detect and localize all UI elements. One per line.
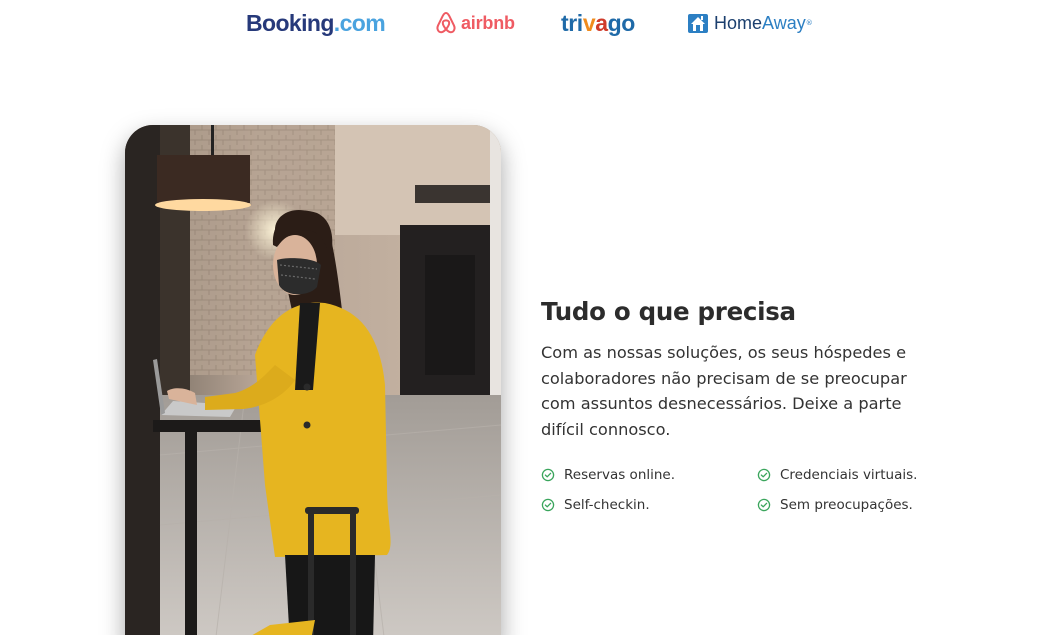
feature-item-credenciais: Credenciais virtuais. — [757, 465, 917, 485]
feature-item-reservas: Reservas online. — [541, 465, 675, 485]
booking-logo-domain: .com — [333, 9, 386, 36]
airbnb-logo[interactable]: airbnb — [435, 6, 515, 40]
homeaway-house-icon — [688, 14, 708, 33]
section-title: Tudo o que precisa — [541, 297, 796, 326]
homeaway-logo-home: Home — [714, 12, 763, 33]
feature-label: Self-checkin. — [564, 497, 650, 513]
airbnb-belo-icon — [436, 11, 456, 34]
feature-item-selfcheckin: Self-checkin. — [541, 495, 650, 515]
trivago-logo-v: v — [582, 9, 596, 36]
trivago-logo-tri: tri — [561, 9, 583, 36]
airbnb-logo-text: airbnb — [461, 12, 515, 33]
trivago-logo-go: go — [607, 9, 636, 36]
section-description: Com as nossas soluções, os seus hóspedes… — [541, 343, 907, 439]
trivago-logo[interactable]: tri v a go — [561, 6, 635, 40]
check-circle-icon — [757, 498, 771, 512]
feature-label: Reservas online. — [564, 467, 676, 483]
feature-item-sem-preocupacoes: Sem preocupações. — [757, 495, 913, 515]
features-section: Tudo o que precisa Com as nossas soluçõe… — [541, 297, 941, 442]
homeaway-logo[interactable]: Home Away ® — [686, 6, 813, 40]
feature-label: Sem preocupações. — [780, 497, 913, 513]
check-circle-icon — [541, 468, 555, 482]
booking-logo-text: Booking — [246, 9, 334, 36]
check-circle-icon — [541, 498, 555, 512]
homeaway-logo-away: Away — [762, 12, 806, 33]
partner-logos: Booking .com airbnb tri v a go Home Away ® — [0, 0, 1064, 50]
trivago-logo-a: a — [595, 9, 608, 36]
homeaway-logo-trademark: ® — [805, 19, 813, 27]
hotel-guest-photo — [125, 125, 501, 635]
booking-logo[interactable]: Booking .com — [246, 6, 386, 40]
check-circle-icon — [757, 468, 771, 482]
feature-label: Credenciais virtuais. — [780, 467, 918, 483]
